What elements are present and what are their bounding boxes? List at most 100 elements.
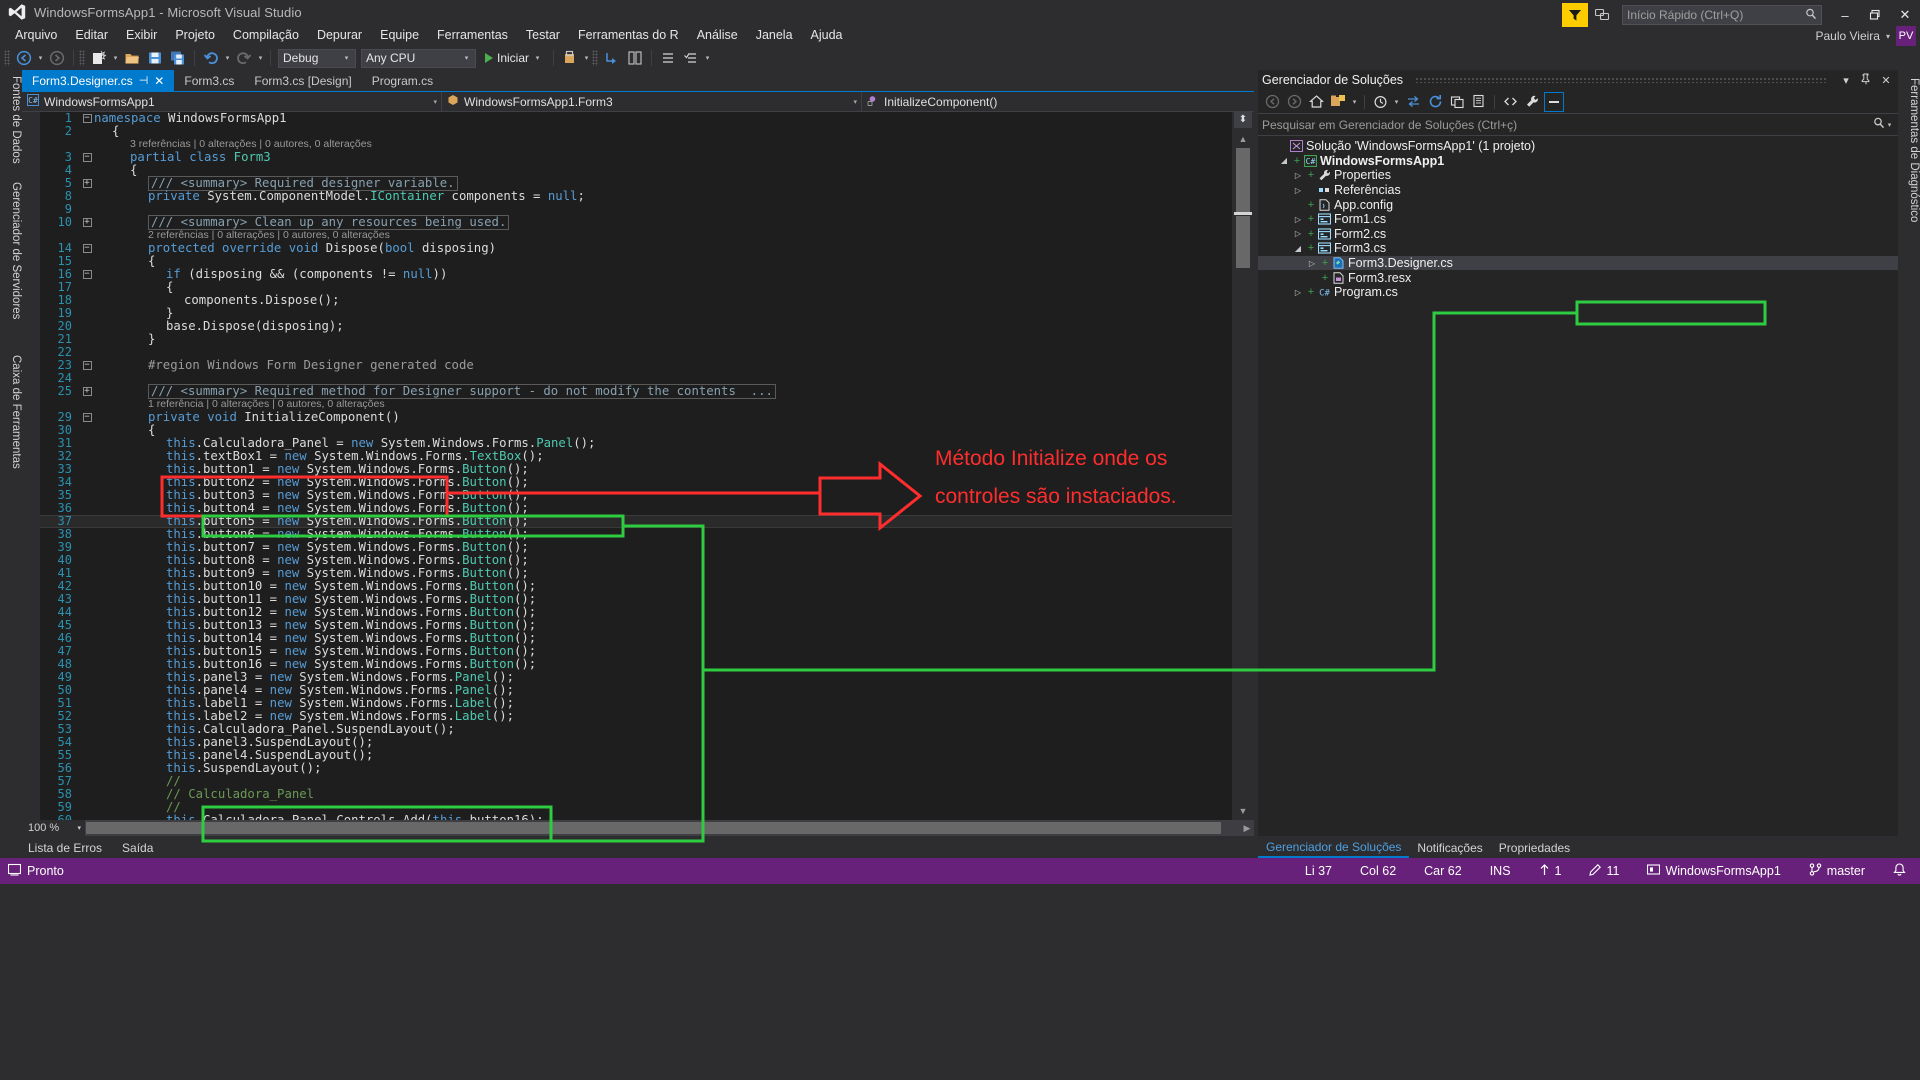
code-line[interactable]: 25 + /// <summary> Required method for Des… [40,384,1232,399]
scrollbar-thumb-lower[interactable] [1236,216,1250,268]
se-footer-tab-notificações[interactable]: Notificações [1409,841,1490,855]
configuration-caret-icon[interactable]: ▾ [342,54,351,62]
doc-comment-collapsed[interactable]: /// <summary> Required method for Design… [148,384,776,399]
redo-icon[interactable] [233,47,255,69]
expander-collapsed-icon[interactable]: ▷ [1292,229,1304,238]
solution-tree-item-form3-resx[interactable]: + Form3.resx [1258,270,1898,285]
show-all-files-caret-icon[interactable]: ▾ [1392,98,1401,106]
zoom-level-combo[interactable]: 100 % ▾ [22,820,86,836]
restore-button[interactable] [1860,3,1890,27]
solution-tree-item-refer-ncias[interactable]: ▷ Referências [1258,183,1898,198]
back-icon[interactable] [1262,92,1282,112]
chevron-down-icon[interactable]: ▾ [1838,74,1854,87]
menu-item-editar[interactable]: Editar [66,26,117,44]
new-project-icon[interactable] [88,47,110,69]
zoom-caret-icon[interactable]: ▾ [77,824,81,832]
solution-tree-item-program-cs[interactable]: ▷ + C# Program.cs [1258,285,1898,300]
expander-expanded-icon[interactable]: ◢ [1292,244,1304,253]
code-line[interactable]: 18 components.Dispose(); [40,294,1232,307]
expander-expanded-icon[interactable]: ◢ [1278,156,1290,165]
code-line[interactable]: 58// Calculadora_Panel [40,788,1232,801]
search-icon[interactable] [1873,117,1885,132]
solution-tree-item-form1-cs[interactable]: ▷ + Form1.cs [1258,212,1898,227]
code-line[interactable]: 3− partial class Form3 [40,151,1232,164]
hscrollbar-thumb[interactable] [86,822,1221,834]
editor-horizontal-scrollbar[interactable]: ▶ [86,820,1254,836]
search-options-caret-icon[interactable]: ▾ [1885,121,1894,129]
doc-comment-collapsed[interactable]: /// <summary> Clean up any resources bei… [148,215,510,230]
vtab-gerenciador-de-servidores[interactable]: Gerenciador de Servidores [0,166,22,336]
show-all-files-icon[interactable] [1370,92,1390,112]
home-icon[interactable] [1306,92,1326,112]
code-line[interactable]: 10 + /// <summary> Clean up any resources … [40,215,1232,230]
menu-item-ferramentas[interactable]: Ferramentas [428,26,517,44]
menu-item-arquivo[interactable]: Arquivo [6,26,66,44]
navigate-forward-icon[interactable] [46,47,68,69]
bottom-tab-lista-de-erros[interactable]: Lista de Erros [18,841,112,855]
navbar-member-combo[interactable]: InitializeComponent() [862,92,1254,111]
solution-tree-item-windowsformsapp1[interactable]: ◢ + C# WindowsFormsApp1 [1258,154,1898,169]
outline-expand-icon[interactable]: + [80,385,94,398]
bottom-tab-saída[interactable]: Saída [112,841,163,855]
vtab-caixa-de-ferramentas[interactable]: Caixa de Ferramentas [0,342,22,482]
send-feedback-icon[interactable] [1588,3,1616,27]
scroll-up-arrow-icon[interactable]: ▲ [1237,134,1249,146]
menu-item-janela[interactable]: Janela [747,26,802,44]
minimize-button[interactable]: – [1830,3,1860,27]
avatar[interactable]: PV [1896,26,1916,46]
menu-item-compilação[interactable]: Compilação [224,26,308,44]
editor-splitter-handle[interactable]: ⬍ [1234,112,1252,128]
outline-expand-icon[interactable]: + [80,177,94,190]
menu-item-projeto[interactable]: Projeto [166,26,224,44]
solution-tree-item-solu-o-windowsformsapp1-1-projeto[interactable]: Solução 'WindowsFormsApp1' (1 projeto) [1258,139,1898,154]
expander-collapsed-icon[interactable]: ▷ [1306,259,1318,268]
vtab-ferramentas-de-diagnostico[interactable]: Ferramentas de Diagnóstico [1898,72,1920,282]
solution-explorer-search[interactable]: Pesquisar em Gerenciador de Soluções (Ct… [1258,114,1898,136]
outline-collapse-icon[interactable]: − [80,151,94,164]
platform-combo[interactable]: Any CPU ▾ [361,48,476,68]
code-line[interactable]: 14− protected override void Dispose(bool … [40,242,1232,255]
se-footer-tab-propriedades[interactable]: Propriedades [1491,841,1578,855]
save-icon[interactable] [144,47,166,69]
expander-collapsed-icon[interactable]: ▷ [1292,288,1304,297]
open-file-icon[interactable] [121,47,143,69]
menu-item-exibir[interactable]: Exibir [117,26,166,44]
feedback-filter-icon[interactable] [1562,3,1588,27]
redo-caret-icon[interactable]: ▾ [256,54,265,62]
pin-icon[interactable]: ⊣ [139,74,149,87]
navbar-type-caret-icon[interactable]: ▾ [853,98,857,106]
outline-collapse-icon[interactable]: − [80,112,94,125]
se-footer-tab-gerenciador-de-soluções[interactable]: Gerenciador de Soluções [1258,838,1410,858]
menu-item-ferramentas-do-r[interactable]: Ferramentas do R [569,26,688,44]
save-all-icon[interactable] [167,47,189,69]
account-caret-icon[interactable]: ▾ [1886,32,1890,41]
status-changes-group[interactable]: 11 [1575,863,1633,879]
code-line[interactable]: 2{ [40,125,1232,138]
outline-expand-icon[interactable]: + [80,216,94,229]
code-line[interactable]: 8 private System.ComponentModel.IContaine… [40,190,1232,203]
solution-tree-item-form3-designer-cs[interactable]: ▷ + Form3.Designer.cs [1258,255,1898,271]
back-dropdown-caret-icon[interactable]: ▾ [36,54,45,62]
new-project-caret-icon[interactable]: ▾ [111,54,120,62]
pending-changes-caret-icon[interactable]: ▾ [1350,98,1359,106]
status-publish-group[interactable]: 1 [1525,863,1576,879]
code-line[interactable]: 21} [40,333,1232,346]
forward-icon[interactable] [1284,92,1304,112]
code-line[interactable]: 29− private void InitializeComponent() [40,411,1232,424]
code-line[interactable]: 56 this.SuspendLayout(); [40,762,1232,775]
pending-changes-icon[interactable] [1328,92,1348,112]
outline-collapse-icon[interactable]: − [80,411,94,424]
menu-item-análise[interactable]: Análise [688,26,747,44]
undo-caret-icon[interactable]: ▾ [223,54,232,62]
close-button[interactable]: ✕ [1890,3,1920,27]
navbar-project-combo[interactable]: C# WindowsFormsApp1 ▾ [22,92,442,111]
pin-icon[interactable] [1858,73,1874,88]
expander-collapsed-icon[interactable]: ▷ [1292,186,1304,195]
sync-icon[interactable] [1403,92,1423,112]
start-caret-icon[interactable]: ▾ [533,54,542,62]
collapse-all-icon[interactable] [1447,92,1467,112]
solution-tree-item-form2-cs[interactable]: ▷ + Form2.cs [1258,227,1898,242]
properties-window-icon[interactable] [1469,92,1489,112]
configuration-combo[interactable]: Debug ▾ [278,48,356,68]
status-project-group[interactable]: WindowsFormsApp1 [1633,863,1794,879]
